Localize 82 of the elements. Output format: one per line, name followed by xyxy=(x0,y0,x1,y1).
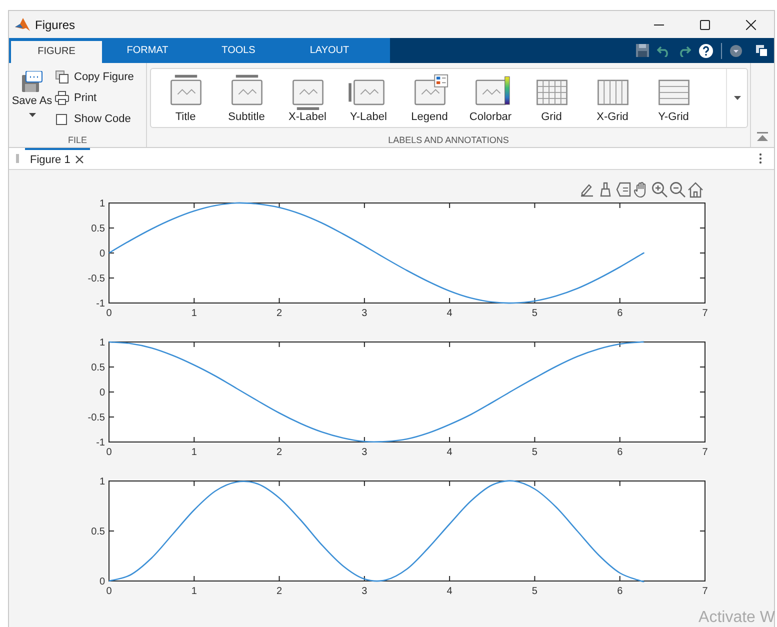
tick-label: 1 xyxy=(99,198,105,210)
save-icon[interactable] xyxy=(636,44,649,57)
tick-label: -0.5 xyxy=(88,274,105,284)
tick-label: 1 xyxy=(191,586,197,597)
tick-label: 6 xyxy=(617,308,623,319)
caret-icon xyxy=(734,96,740,100)
ribbon-button[interactable]: Colorbar xyxy=(460,69,521,123)
dropdown-icon[interactable] xyxy=(730,44,742,56)
tick-label: 3 xyxy=(362,586,368,597)
save-icon xyxy=(21,71,43,93)
tick-label: 1 xyxy=(191,308,197,319)
tick-label: 3 xyxy=(362,447,368,458)
ribbon-tab[interactable]: TOOLS xyxy=(193,38,284,63)
maximize-icon[interactable] xyxy=(700,20,710,30)
tick-label: 0 xyxy=(106,308,112,319)
tick-label: 1 xyxy=(191,447,197,458)
tick-label: 4 xyxy=(446,447,452,458)
tick-label: -1 xyxy=(96,438,105,448)
collapse-icon[interactable] xyxy=(757,132,768,141)
tick-label: 6 xyxy=(617,447,623,458)
tick-label: 4 xyxy=(446,586,452,597)
home-icon[interactable] xyxy=(687,180,704,198)
tick-label: 7 xyxy=(702,586,708,597)
caret-icon xyxy=(28,113,36,117)
tick-label: 5 xyxy=(532,447,538,458)
ribbon-tab[interactable]: FIGURE xyxy=(11,41,102,63)
tick-label: 7 xyxy=(702,447,708,458)
ribbon-tab[interactable]: LAYOUT xyxy=(284,38,375,63)
undock-icon[interactable] xyxy=(756,44,768,56)
tick-label: 0 xyxy=(106,586,112,597)
ribbon-button[interactable]: Y-Label xyxy=(338,69,399,123)
tick-label: 0.5 xyxy=(91,362,105,374)
app-logo-icon xyxy=(15,18,30,31)
tick-label: 0 xyxy=(99,576,105,588)
tick-label: 0 xyxy=(106,447,112,458)
help-icon[interactable] xyxy=(699,44,713,58)
tick-label: 1 xyxy=(99,338,105,348)
tick-label: 2 xyxy=(276,308,282,319)
tab-label: Figure 1 xyxy=(30,154,70,166)
tick-label: -0.5 xyxy=(88,412,105,424)
ribbon-button[interactable]: Subtitle xyxy=(216,69,277,123)
menu-icon[interactable] xyxy=(758,153,762,164)
minimize-icon[interactable] xyxy=(654,24,664,26)
tick-label: 6 xyxy=(617,586,623,597)
ribbon-button[interactable]: Y-Grid xyxy=(643,69,704,123)
close-icon[interactable] xyxy=(746,20,756,30)
tick-label: 0 xyxy=(99,388,105,398)
zoom-out-icon[interactable] xyxy=(669,180,686,198)
redo-icon[interactable] xyxy=(678,44,691,56)
tick-label: 2 xyxy=(276,586,282,597)
ribbon-button[interactable]: Title xyxy=(155,69,216,123)
ribbon-button[interactable]: Legend xyxy=(399,69,460,123)
window-title: Figures xyxy=(35,18,76,32)
tick-label: 0.5 xyxy=(91,526,105,538)
print-button[interactable]: Print xyxy=(55,89,134,107)
tick-label: 0 xyxy=(99,248,105,260)
tick-label: 2 xyxy=(276,447,282,458)
grip-icon[interactable] xyxy=(16,154,18,163)
tick-label: 1 xyxy=(99,476,105,488)
tick-label: -1 xyxy=(96,298,105,310)
tick-label: 5 xyxy=(532,586,538,597)
section-label: FILE xyxy=(66,134,88,147)
ribbon-tab[interactable]: FORMAT xyxy=(102,38,193,63)
ribbon-button[interactable]: X-Grid xyxy=(582,69,643,123)
section-label: LABELS AND ANNOTATIONS xyxy=(387,134,510,147)
tick-label: 0.5 xyxy=(91,224,105,234)
tick-label: 7 xyxy=(702,308,708,319)
tick-label: 3 xyxy=(362,308,368,319)
undo-icon[interactable] xyxy=(657,44,670,56)
printer-icon xyxy=(55,91,69,105)
tick-label: 5 xyxy=(532,308,538,319)
close-icon[interactable] xyxy=(75,155,84,164)
save-as-button[interactable]: Save As xyxy=(9,63,55,134)
copy-icon xyxy=(55,70,69,84)
data-tip-icon[interactable] xyxy=(615,180,632,198)
copy-figure-button[interactable]: Copy Figure xyxy=(55,68,134,86)
tick-label: 4 xyxy=(446,308,452,319)
zoom-in-icon[interactable] xyxy=(651,180,668,198)
activation-notice: Activate W xyxy=(698,609,775,627)
show-code-checkbox[interactable]: Show Code xyxy=(55,110,134,128)
ribbon-button[interactable]: Grid xyxy=(521,69,582,123)
ribbon-button[interactable]: X-Label xyxy=(277,69,338,123)
